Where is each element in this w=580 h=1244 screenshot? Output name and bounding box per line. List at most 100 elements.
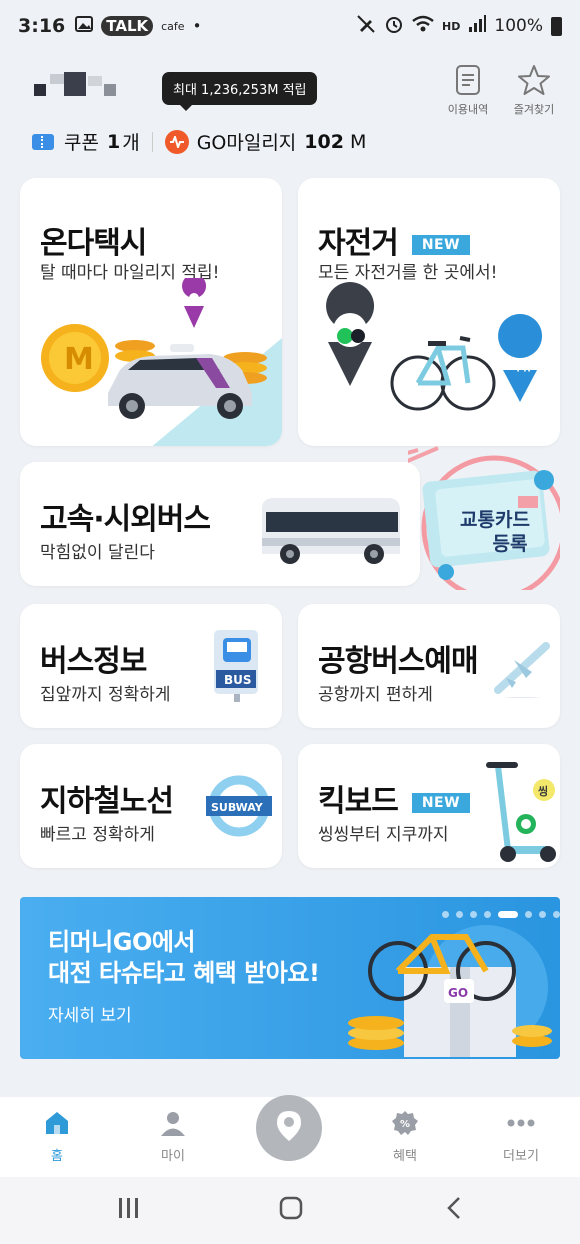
header: 최대 1,236,253M 적립 이용내역 즐겨찾기 쿠폰 1 개 GO마일리지…: [0, 52, 580, 172]
bus-stop-icon: BUS: [214, 630, 258, 702]
banner-line1: 티머니GO에서: [48, 928, 196, 956]
coupon-link[interactable]: 쿠폰 1 개: [64, 128, 140, 155]
subway-card[interactable]: 지하철노선 빠르고 정확하게 SUBWAY: [20, 744, 282, 868]
airport-bus-card[interactable]: 공항버스예매 공항까지 편하게: [298, 604, 560, 728]
points-row: 쿠폰 1 개 GO마일리지 102 M: [32, 128, 366, 155]
signal-icon: [468, 14, 487, 38]
nav-benefits-label: 혜택: [393, 1149, 417, 1164]
system-navigation-bar: [0, 1177, 580, 1244]
mileage-value: 102: [304, 130, 344, 153]
transit-card-label-line1: 교통카드: [460, 509, 530, 531]
mute-icon: [356, 14, 376, 39]
mileage-link[interactable]: GO마일리지 102 M: [164, 128, 367, 155]
kickboard-illustration: 씽: [486, 762, 556, 862]
express-bus-card[interactable]: 고속·시외버스 막힘없이 달린다: [20, 462, 420, 586]
kickboard-title: 킥보드: [318, 784, 399, 819]
history-label: 이용내역: [447, 103, 489, 116]
mileage-label: GO마일리지: [196, 132, 297, 154]
bike-title-row: 자전거 NEW: [318, 218, 471, 262]
more-dots-icon: [486, 1109, 556, 1137]
coupon-unit: 개: [122, 132, 140, 154]
nav-home-label: 홈: [51, 1149, 63, 1164]
transit-card-label-line2: 등록: [492, 533, 528, 555]
nav-map-button[interactable]: [256, 1095, 322, 1161]
hd-voice-icon: HD: [442, 19, 461, 33]
kickboard-subtitle: 씽씽부터 지쿠까지: [318, 825, 449, 845]
nav-more-label: 더보기: [503, 1149, 539, 1164]
nav-home[interactable]: 홈: [22, 1109, 92, 1164]
banner-illustration: GO: [348, 925, 552, 1057]
favorites-label: 즐겨찾기: [513, 103, 555, 116]
subway-title: 지하철노선: [40, 784, 174, 819]
home-icon: [22, 1109, 92, 1137]
airport-bus-subtitle: 공항까지 편하게: [318, 685, 433, 705]
favorites-button[interactable]: 즐겨찾기: [504, 64, 564, 117]
battery-icon: [551, 16, 562, 36]
taxi-title: 온다택시: [40, 226, 147, 261]
cafe-icon: cafe: [161, 19, 185, 33]
back-button[interactable]: [442, 1195, 468, 1228]
nav-more[interactable]: 더보기: [486, 1109, 556, 1164]
bus-info-subtitle: 집앞까지 정확하게: [40, 685, 171, 705]
battery-percent: 100%: [494, 16, 543, 36]
taxi-illustration: M: [41, 278, 282, 446]
new-badge: NEW: [411, 792, 471, 813]
tashu-label: 타슈: [509, 358, 533, 374]
clock: 3:16: [18, 15, 66, 37]
receipt-icon: [438, 64, 498, 96]
mileage-tooltip: 최대 1,236,253M 적립: [162, 72, 318, 111]
bus-info-title: 버스정보: [40, 644, 147, 679]
bottom-navigation: 홈 마이 % 혜택 더보기: [0, 1095, 580, 1177]
alarm-icon: [384, 14, 404, 39]
person-icon: [138, 1109, 208, 1137]
status-bar: 3:16 TALK cafe • HD 100%: [0, 0, 580, 52]
more-notifications-icon: •: [192, 17, 202, 35]
subway-subtitle: 빠르고 정확하게: [40, 825, 155, 845]
ssing-label: 씽: [538, 784, 548, 798]
bike-illustration: 타슈: [326, 282, 543, 411]
bus-illustration: [262, 498, 400, 564]
gallery-icon: [75, 16, 94, 36]
avatar[interactable]: [34, 72, 124, 102]
wifi-icon: [412, 15, 434, 38]
promo-banner[interactable]: 티머니GO에서 대전 타슈타고 혜택 받아요! 자세히 보기 GO: [20, 897, 560, 1059]
transit-card-register-button[interactable]: 교통카드 등록: [408, 440, 560, 590]
kickboard-title-row: 킥보드 NEW: [318, 776, 471, 820]
benefits-badge-icon: %: [370, 1109, 440, 1137]
star-icon: [504, 64, 564, 96]
mileage-icon: [164, 129, 189, 154]
mileage-unit: M: [349, 130, 367, 153]
airport-bus-title: 공항버스예매: [318, 644, 479, 679]
nav-benefits[interactable]: % 혜택: [370, 1109, 440, 1164]
kakaotalk-icon: TALK: [101, 16, 154, 36]
home-system-button[interactable]: [278, 1195, 304, 1228]
airplane-icon: [494, 642, 550, 698]
divider: [151, 131, 153, 152]
bus-info-card[interactable]: 버스정보 집앞까지 정확하게 BUS: [20, 604, 282, 728]
transit-card-label: 교통카드 등록: [460, 508, 530, 556]
banner-more-link[interactable]: 자세히 보기: [48, 1001, 132, 1026]
recent-apps-button[interactable]: [116, 1195, 142, 1228]
nav-my-label: 마이: [161, 1149, 185, 1164]
banner-text: 티머니GO에서 대전 타슈타고 혜택 받아요!: [48, 927, 320, 989]
nav-my[interactable]: 마이: [138, 1109, 208, 1164]
coupon-icon: [32, 133, 54, 150]
history-button[interactable]: 이용내역: [438, 64, 498, 117]
kickboard-card[interactable]: 킥보드 NEW 씽씽부터 지쿠까지 씽: [298, 744, 560, 868]
express-bus-title: 고속·시외버스: [40, 502, 211, 537]
svg-text:M: M: [64, 342, 94, 377]
express-bus-subtitle: 막힘없이 달린다: [40, 543, 155, 563]
bike-card[interactable]: 자전거 NEW 모든 자전거를 한 곳에서! 타슈: [298, 178, 560, 446]
coupon-label: 쿠폰: [64, 132, 99, 154]
bus-icon-label: BUS: [224, 673, 252, 687]
taxi-card[interactable]: 온다택시 탈 때마다 마일리지 적립! M: [20, 178, 282, 446]
subway-icon: SUBWAY: [206, 775, 272, 837]
new-badge: NEW: [411, 234, 471, 255]
location-pin-icon: [274, 1109, 304, 1147]
bike-title: 자전거: [318, 226, 399, 261]
banner-line2: 대전 타슈타고 혜택 받아요!: [48, 959, 320, 987]
banner-go-label: GO: [448, 986, 468, 1000]
coupon-count: 1: [106, 130, 121, 153]
subway-icon-label: SUBWAY: [211, 801, 264, 814]
svg-text:%: %: [400, 1119, 410, 1130]
